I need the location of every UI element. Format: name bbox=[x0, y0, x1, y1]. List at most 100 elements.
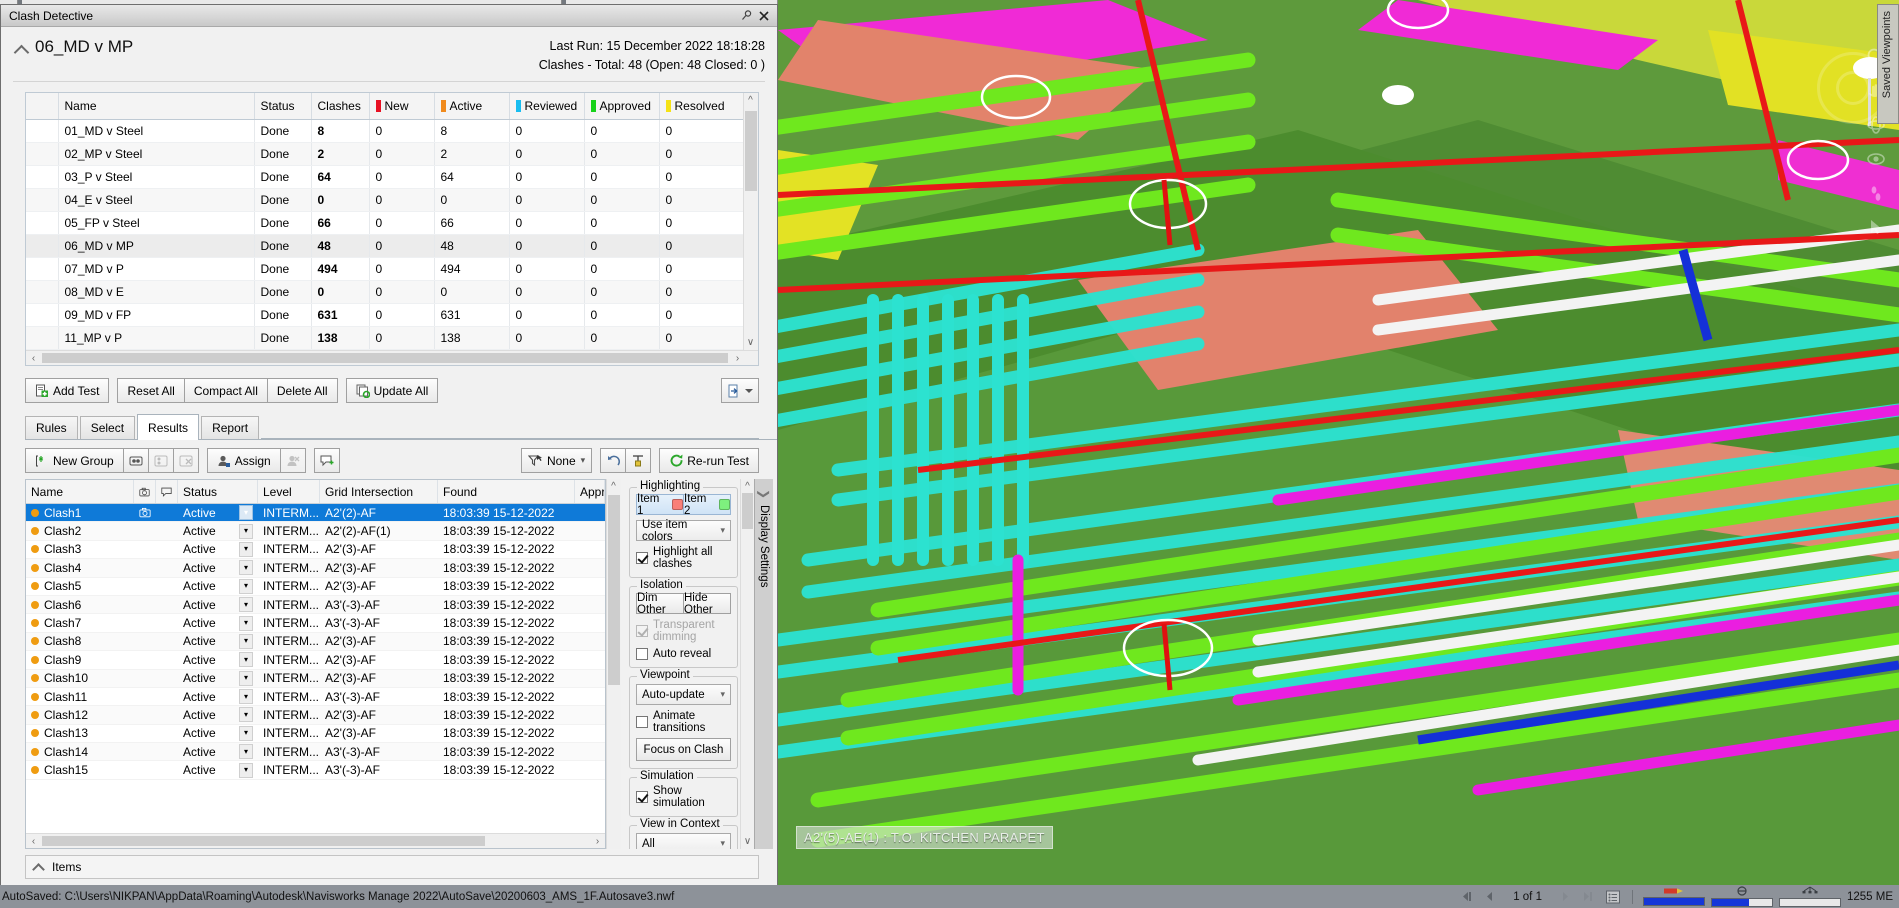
auto-reveal-checkbox[interactable]: Auto reveal bbox=[636, 648, 731, 660]
clash-status[interactable]: Active▾ bbox=[178, 634, 258, 649]
list-item[interactable]: Clash10Active▾INTERM...A2'(3)-AF18:03:39… bbox=[26, 670, 605, 688]
clash-status[interactable]: Active▾ bbox=[178, 689, 258, 704]
clash-status[interactable]: Active▾ bbox=[178, 579, 258, 594]
ds-scroll-down-icon[interactable]: ∨ bbox=[741, 835, 754, 848]
tab-rules[interactable]: Rules bbox=[25, 416, 78, 439]
add-test-button[interactable]: Add Test bbox=[25, 378, 109, 403]
clash-status[interactable]: Active▾ bbox=[178, 560, 258, 575]
dim-other-button[interactable]: Dim Other bbox=[636, 593, 684, 614]
clash-status[interactable]: Active▾ bbox=[178, 726, 258, 741]
rh-grid-intersection[interactable]: Grid Intersection bbox=[320, 480, 438, 503]
list-item[interactable]: Clash7Active▾INTERM...A3'(-3)-AF18:03:39… bbox=[26, 614, 605, 632]
item1-button[interactable]: Item 1 bbox=[636, 494, 684, 515]
clash-camera-icon[interactable] bbox=[134, 507, 156, 518]
rh-level[interactable]: Level bbox=[258, 480, 320, 503]
add-comment-button[interactable] bbox=[314, 448, 340, 473]
list-item[interactable]: Clash8Active▾INTERM...A2'(3)-AF18:03:39 … bbox=[26, 633, 605, 651]
th-reviewed[interactable]: Reviewed bbox=[509, 93, 584, 120]
tab-report[interactable]: Report bbox=[201, 416, 259, 439]
saved-viewpoints-tab[interactable]: Saved Viewpoints bbox=[1877, 4, 1899, 124]
chevron-down-icon[interactable]: ▾ bbox=[239, 671, 253, 686]
list-item[interactable]: Clash3Active▾INTERM...A2'(3)-AF18:03:39 … bbox=[26, 541, 605, 559]
hscroll-thumb[interactable] bbox=[42, 353, 728, 363]
ds-scroll-up-icon[interactable]: ^ bbox=[741, 480, 754, 493]
list-item[interactable]: Clash14Active▾INTERM...A3'(-3)-AF18:03:3… bbox=[26, 743, 605, 761]
table-row[interactable]: 11_MP v PDone1380138000 bbox=[26, 327, 758, 350]
prev-page-icon[interactable] bbox=[1481, 889, 1499, 905]
chevron-down-icon[interactable]: ▾ bbox=[239, 652, 253, 667]
rvscroll-up-icon[interactable]: ^ bbox=[607, 480, 620, 493]
results-vertical-scrollbar[interactable]: ^ bbox=[606, 479, 621, 849]
list-item[interactable]: Clash9Active▾INTERM...A2'(3)-AF18:03:39 … bbox=[26, 651, 605, 669]
table-row[interactable]: 08_MD v EDone000000 bbox=[26, 281, 758, 304]
tab-select[interactable]: Select bbox=[80, 416, 135, 439]
clash-status[interactable]: Active▾ bbox=[178, 505, 258, 520]
highlight-all-checkbox[interactable]: Highlight all clashes bbox=[636, 546, 731, 570]
rh-approved[interactable]: Appr bbox=[575, 480, 605, 503]
chevron-down-icon[interactable]: ▾ bbox=[239, 634, 253, 649]
comment-icon[interactable] bbox=[156, 480, 178, 503]
tab-results[interactable]: Results bbox=[137, 414, 199, 440]
chevron-down-icon[interactable]: ▾ bbox=[239, 744, 253, 759]
next-page-icon[interactable] bbox=[1556, 889, 1574, 905]
chevron-down-icon[interactable]: ▾ bbox=[239, 726, 253, 741]
clash-status[interactable]: Active▾ bbox=[178, 744, 258, 759]
reset-all-button[interactable]: Reset All bbox=[117, 378, 184, 403]
compact-all-button[interactable]: Compact All bbox=[184, 378, 268, 403]
show-simulation-checkbox[interactable]: Show simulation bbox=[636, 785, 731, 809]
rerun-test-button[interactable]: Re-run Test bbox=[659, 448, 759, 473]
results-rows[interactable]: Clash1Active▾INTERM...A2'(2)-AF18:03:39 … bbox=[26, 504, 605, 833]
group-items-button[interactable] bbox=[123, 448, 149, 473]
hscroll-left-icon[interactable]: ‹ bbox=[27, 352, 40, 365]
table-row[interactable]: 04_E v SteelDone000000 bbox=[26, 189, 758, 212]
scroll-thumb[interactable] bbox=[745, 111, 757, 191]
chevron-down-icon[interactable]: ▾ bbox=[239, 707, 253, 722]
view-in-context-select[interactable]: All ▾ bbox=[636, 833, 731, 849]
last-page-icon[interactable] bbox=[1580, 889, 1598, 905]
isolation-toggles[interactable]: Dim Other Hide Other bbox=[636, 593, 731, 614]
reset-button[interactable] bbox=[625, 448, 651, 473]
display-settings-scrollbar[interactable]: ^ ∨ bbox=[740, 479, 754, 849]
item-highlight-toggles[interactable]: Item 1 Item 2 bbox=[636, 494, 731, 515]
items-bar[interactable]: Items bbox=[25, 855, 759, 879]
tests-vertical-scrollbar[interactable]: ^ ∨ bbox=[743, 93, 758, 350]
th-active[interactable]: Active bbox=[434, 93, 509, 120]
item2-button[interactable]: Item 2 bbox=[683, 494, 731, 515]
table-row[interactable]: 03_P v SteelDone64064000 bbox=[26, 166, 758, 189]
new-group-button[interactable]: New Group bbox=[25, 448, 124, 473]
chevron-down-icon[interactable]: ▾ bbox=[239, 597, 253, 612]
pin-icon[interactable] bbox=[737, 7, 755, 25]
chevron-down-icon[interactable]: ▾ bbox=[239, 579, 253, 594]
hscroll-right-icon[interactable]: › bbox=[731, 352, 744, 365]
unassign-button[interactable] bbox=[280, 448, 306, 473]
export-button[interactable] bbox=[721, 378, 759, 403]
remove-from-group-button[interactable] bbox=[173, 448, 199, 473]
th-name[interactable]: Name bbox=[58, 93, 254, 120]
list-item[interactable]: Clash12Active▾INTERM...A2'(3)-AF18:03:39… bbox=[26, 706, 605, 724]
chevron-down-icon[interactable]: ▾ bbox=[239, 524, 253, 539]
scroll-up-icon[interactable]: ^ bbox=[744, 94, 757, 107]
assign-button[interactable]: Assign bbox=[207, 448, 281, 473]
clash-status[interactable]: Active▾ bbox=[178, 524, 258, 539]
results-horizontal-scrollbar[interactable]: ‹ › bbox=[26, 833, 605, 848]
table-row[interactable]: 09_MD v FPDone6310631000 bbox=[26, 304, 758, 327]
scroll-down-icon[interactable]: ∨ bbox=[744, 336, 757, 349]
clash-status[interactable]: Active▾ bbox=[178, 542, 258, 557]
clash-status[interactable]: Active▾ bbox=[178, 671, 258, 686]
rhscroll-left-icon[interactable]: ‹ bbox=[27, 835, 40, 848]
table-row[interactable]: 01_MD v SteelDone808000 bbox=[26, 120, 758, 143]
list-item[interactable]: Clash5Active▾INTERM...A2'(3)-AF18:03:39 … bbox=[26, 578, 605, 596]
sheet-list-icon[interactable] bbox=[1604, 889, 1622, 905]
chevron-down-icon[interactable]: ▾ bbox=[239, 689, 253, 704]
clash-results-table[interactable]: Name Status Level Grid Intersection Foun… bbox=[25, 479, 606, 849]
add-to-group-button[interactable] bbox=[148, 448, 174, 473]
chevron-down-icon[interactable]: ▾ bbox=[239, 616, 253, 631]
th-clashes[interactable]: Clashes bbox=[311, 93, 369, 120]
item1-color-swatch[interactable] bbox=[672, 499, 683, 510]
th-new[interactable]: New bbox=[369, 93, 434, 120]
chevron-down-icon[interactable]: ▾ bbox=[239, 505, 253, 520]
table-row[interactable]: 02_MP v SteelDone202000 bbox=[26, 143, 758, 166]
th-approved[interactable]: Approved bbox=[584, 93, 659, 120]
animate-transitions-checkbox[interactable]: Animate transitions bbox=[636, 710, 731, 734]
list-item[interactable]: Clash15Active▾INTERM...A3'(-3)-AF18:03:3… bbox=[26, 761, 605, 779]
